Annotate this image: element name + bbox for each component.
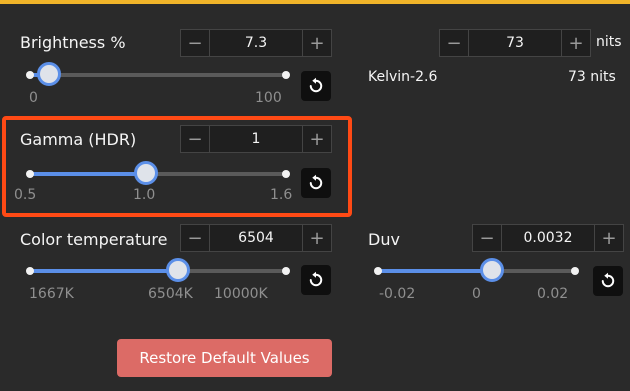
duv-stepper: − 0.0032 + [472,224,624,252]
top-accent-bar [0,0,630,4]
brightness-slider-knob[interactable] [36,62,61,86]
gamma-value[interactable]: 1 [210,131,302,147]
gamma-label: Gamma (HDR) [20,130,137,149]
brightness-value[interactable]: 7.3 [210,35,302,51]
color-temperature-decrement-button[interactable]: − [181,225,209,251]
gamma-reset-button[interactable] [301,168,331,198]
color-temperature-mid-label: 6504K [148,286,193,302]
duv-max-label: 0.02 [537,286,569,302]
duv-mid-label: 0 [472,286,481,302]
duv-slider-knob[interactable] [480,258,505,282]
nits-readout: 73 nits [568,69,616,85]
gamma-decrement-button[interactable]: − [181,126,209,152]
duv-value[interactable]: 0.0032 [502,230,594,246]
brightness-increment-button[interactable]: + [303,30,331,56]
duv-slider-fill [378,269,493,273]
reset-icon [601,272,615,288]
reset-icon [309,77,323,93]
gamma-slider-knob[interactable] [134,161,159,185]
gamma-stepper: − 1 + [180,125,332,153]
brightness-reset-button[interactable] [301,71,331,101]
brightness-slider-start-dot [26,71,34,79]
color-temperature-min-label: 1667K [29,286,74,302]
gamma-slider-fill [30,172,147,176]
brightness-min-label: 0 [29,90,38,106]
nits-decrement-button[interactable]: − [440,30,468,56]
color-temperature-slider-fill [30,269,179,273]
color-temperature-reset-button[interactable] [301,265,331,295]
nits-unit-label: nits [596,34,622,50]
brightness-label: Brightness % [20,33,126,52]
color-temperature-value[interactable]: 6504 [210,230,302,246]
brightness-slider-end-dot [282,71,290,79]
color-temperature-slider-start-dot [26,267,34,275]
duv-min-label: -0.02 [379,286,416,302]
kelvin-label: Kelvin-2.6 [368,69,438,85]
brightness-max-label: 100 [255,90,282,106]
reset-icon [309,271,323,287]
gamma-mid-label: 1.0 [133,187,156,203]
duv-reset-button[interactable] [593,266,623,296]
color-temperature-max-label: 10000K [214,286,268,302]
duv-label: Duv [368,230,400,249]
color-temperature-increment-button[interactable]: + [303,225,331,251]
color-temperature-slider-knob[interactable] [166,258,191,282]
duv-slider-start-dot [374,267,382,275]
brightness-decrement-button[interactable]: − [181,30,209,56]
color-temperature-label: Color temperature [20,230,168,249]
nits-value[interactable]: 73 [469,35,561,51]
gamma-increment-button[interactable]: + [303,126,331,152]
gamma-min-label: 0.5 [14,187,37,203]
brightness-slider[interactable] [26,62,290,86]
gamma-slider-end-dot [282,170,290,178]
gamma-slider[interactable] [26,161,290,185]
duv-slider-end-dot [571,267,579,275]
reset-icon [309,174,323,190]
gamma-max-label: 1.6 [270,187,293,203]
color-temperature-stepper: − 6504 + [180,224,332,252]
duv-decrement-button[interactable]: − [473,225,501,251]
nits-stepper: − 73 + [439,29,591,57]
restore-default-values-button[interactable]: Restore Default Values [117,339,332,377]
nits-increment-button[interactable]: + [562,30,590,56]
color-temperature-slider[interactable] [26,258,290,282]
duv-slider[interactable] [374,258,579,282]
brightness-stepper: − 7.3 + [180,29,332,57]
color-temperature-slider-end-dot [282,267,290,275]
gamma-slider-start-dot [26,170,34,178]
duv-increment-button[interactable]: + [595,225,623,251]
